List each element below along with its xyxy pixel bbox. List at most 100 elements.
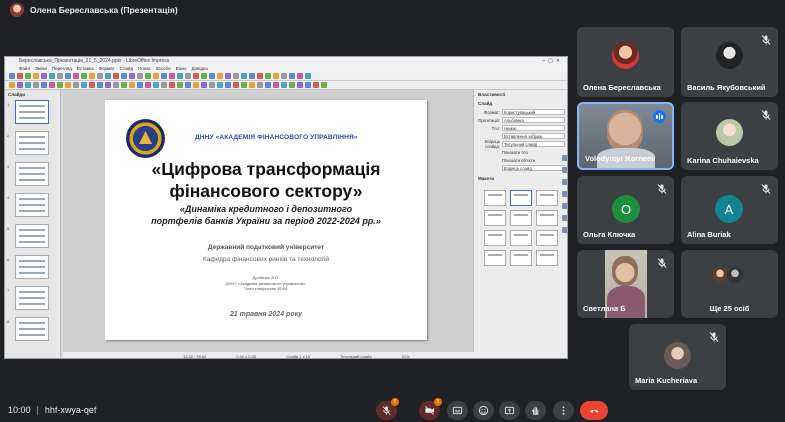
reactions-button[interactable] (473, 401, 494, 420)
toolbar-tool-icon[interactable] (297, 82, 303, 88)
toolbar-tool-icon[interactable] (281, 82, 287, 88)
navigator-deck-icon[interactable] (562, 227, 567, 233)
toolbar-tool-icon[interactable] (97, 82, 103, 88)
show-master-checkbox[interactable]: Показати тло (502, 150, 528, 155)
layout-option[interactable] (536, 230, 558, 246)
toolbar-tool-icon[interactable] (9, 73, 15, 79)
toolbar-tool-icon[interactable] (169, 73, 175, 79)
toolbar-tool-icon[interactable] (105, 82, 111, 88)
toolbar-tool-icon[interactable] (233, 82, 239, 88)
toolbar-tool-icon[interactable] (41, 82, 47, 88)
toolbar-tool-icon[interactable] (265, 82, 271, 88)
prop-background-select[interactable]: Немає (502, 125, 565, 131)
toolbar-tool-icon[interactable] (177, 73, 183, 79)
layout-option[interactable] (536, 210, 558, 226)
prop-show-objects[interactable]: Показати об'єкти (474, 156, 567, 164)
toolbar-tool-icon[interactable] (33, 82, 39, 88)
toolbar-tool-icon[interactable] (241, 82, 247, 88)
toolbar-tool-icon[interactable] (249, 82, 255, 88)
styles-deck-icon[interactable] (562, 203, 567, 209)
toolbar-tool-icon[interactable] (57, 82, 63, 88)
toolbar-tool-icon[interactable] (25, 73, 31, 79)
toolbar-tool-icon[interactable] (201, 82, 207, 88)
prop-show-master[interactable]: Показати тло (474, 148, 567, 156)
show-objects-checkbox[interactable]: Показати об'єкти (502, 158, 535, 163)
toolbar-tool-icon[interactable] (121, 73, 127, 79)
more-options-button[interactable] (553, 401, 574, 420)
toolbar-tool-icon[interactable] (89, 73, 95, 79)
menu-item[interactable]: Вікно (176, 65, 187, 72)
layout-option[interactable] (484, 190, 506, 206)
menu-item[interactable]: Формат (99, 65, 115, 72)
slide-thumbnail[interactable] (15, 193, 49, 217)
toolbar-tool-icon[interactable] (105, 73, 111, 79)
toolbar-tool-icon[interactable] (121, 82, 127, 88)
toolbar-tool-icon[interactable] (217, 73, 223, 79)
toolbar-tool-icon[interactable] (137, 82, 143, 88)
toolbar-tool-icon[interactable] (289, 82, 295, 88)
tile-participant-3[interactable]: Volodymyr Korneev (577, 102, 674, 170)
layout-option[interactable] (484, 210, 506, 226)
toolbar-tool-icon[interactable] (225, 73, 231, 79)
layout-option[interactable] (510, 210, 532, 226)
toolbar-tool-icon[interactable] (305, 82, 311, 88)
toolbar-tool-icon[interactable] (289, 73, 295, 79)
toolbar-tool-icon[interactable] (313, 82, 319, 88)
toolbar-tool-icon[interactable] (225, 82, 231, 88)
toolbar-tool-icon[interactable] (273, 73, 279, 79)
toolbar-tool-icon[interactable] (17, 73, 23, 79)
toolbar-tool-icon[interactable] (145, 82, 151, 88)
tile-participant-2[interactable]: Василь Якубовський (681, 27, 778, 97)
tile-participant-7[interactable]: Светлана Б (577, 250, 674, 318)
layout-option[interactable] (536, 250, 558, 266)
toolbar-tool-icon[interactable] (137, 73, 143, 79)
slide-thumbnail[interactable] (15, 162, 49, 186)
toolbar-tool-icon[interactable] (153, 73, 159, 79)
prop-master-select[interactable]: Титульний слайд (502, 141, 565, 147)
toolbar-tool-icon[interactable] (73, 73, 79, 79)
layout-option[interactable] (510, 190, 532, 206)
end-call-button[interactable] (580, 401, 608, 420)
menu-item[interactable]: Засоби (155, 65, 170, 72)
toolbar-tool-icon[interactable] (57, 73, 63, 79)
toolbar-tool-icon[interactable] (257, 73, 263, 79)
layout-option[interactable] (510, 250, 532, 266)
toolbar-tool-icon[interactable] (297, 73, 303, 79)
toolbar-tool-icon[interactable] (201, 73, 207, 79)
toolbar-tool-icon[interactable] (161, 82, 167, 88)
menu-item[interactable]: Довідка (192, 65, 208, 72)
toolbar-tool-icon[interactable] (281, 73, 287, 79)
toolbar-tool-icon[interactable] (273, 82, 279, 88)
layout-option[interactable] (536, 190, 558, 206)
tile-participant-6[interactable]: A Alina Buriak (681, 176, 778, 244)
tile-participant-9[interactable]: Maria Kucheriava (629, 324, 726, 390)
toolbar-tool-icon[interactable] (41, 73, 47, 79)
mic-toggle-button[interactable]: ! (376, 398, 399, 420)
toolbar-tool-icon[interactable] (161, 73, 167, 79)
toolbar-tool-icon[interactable] (89, 82, 95, 88)
toolbar-tool-icon[interactable] (305, 73, 311, 79)
toolbar-tool-icon[interactable] (233, 73, 239, 79)
slide-thumbnail[interactable] (15, 131, 49, 155)
menu-item[interactable]: Зміни (35, 65, 47, 72)
gallery-deck-icon[interactable] (562, 215, 567, 221)
insert-image-button[interactable]: Вставлення зображ. (502, 133, 565, 139)
toolbar-tool-icon[interactable] (73, 82, 79, 88)
menu-item[interactable]: Показ (138, 65, 150, 72)
slide-thumbnail[interactable] (15, 100, 49, 124)
toolbar-tool-icon[interactable] (25, 82, 31, 88)
toolbar-tool-icon[interactable] (49, 82, 55, 88)
prop-format-select[interactable]: Користувацький (502, 109, 565, 115)
toolbar-tool-icon[interactable] (193, 73, 199, 79)
toolbar-tool-icon[interactable] (185, 73, 191, 79)
toolbar-tool-icon[interactable] (177, 82, 183, 88)
toolbar-tool-icon[interactable] (81, 82, 87, 88)
tile-more-participants[interactable]: Ще 25 осіб (681, 250, 778, 318)
tile-participant-4[interactable]: Karina Chuhaievska (681, 102, 778, 170)
toolbar-tool-icon[interactable] (265, 73, 271, 79)
toolbar-tool-icon[interactable] (97, 73, 103, 79)
tile-participant-5[interactable]: О Ольга Ключка (577, 176, 674, 244)
transition-deck-icon[interactable] (562, 167, 567, 173)
layout-option[interactable] (510, 230, 532, 246)
toolbar-tool-icon[interactable] (321, 82, 327, 88)
